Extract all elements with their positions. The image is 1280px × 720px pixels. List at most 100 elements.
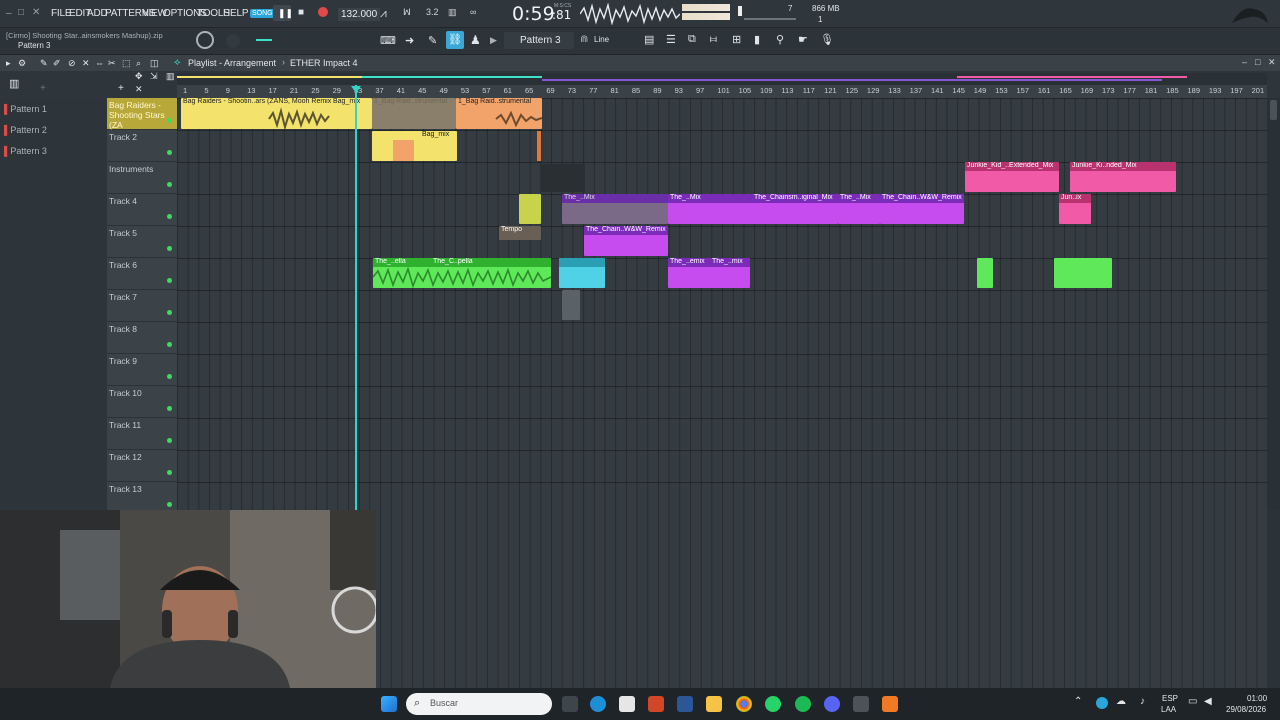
obs-icon[interactable]	[853, 696, 869, 712]
playlist-close-icon[interactable]: ✕	[1268, 57, 1276, 68]
audio-clip[interactable]: The_Chain..W&W_Remix	[880, 194, 964, 224]
record-button[interactable]	[318, 7, 328, 17]
pattern-clip[interactable]	[541, 164, 585, 192]
chrome-icon[interactable]	[736, 696, 752, 712]
slip-tool-icon[interactable]: ⇔	[95, 58, 104, 68]
loop-record-icon[interactable]: ∞	[470, 7, 476, 17]
tempo-automation-clip[interactable]	[519, 194, 541, 224]
link-icon[interactable]: ⛓	[446, 31, 464, 49]
track-header[interactable]: Track 8	[107, 322, 177, 354]
pan-icon[interactable]: ⇲	[150, 71, 158, 82]
taskbar-search-box[interactable]: ⌕ Buscar	[406, 693, 552, 715]
audio-clip[interactable]: Junkie_Ki..nded_Mix	[1070, 162, 1176, 192]
fl-studio-taskbar-icon[interactable]	[882, 696, 898, 712]
track-mute-indicator[interactable]	[167, 342, 172, 347]
playlist-minimize-icon[interactable]: –	[1242, 57, 1247, 67]
mute-tool-icon[interactable]: ✕	[82, 58, 90, 69]
track-header[interactable]: Track 7	[107, 290, 177, 322]
audio-clip[interactable]: 1_Bag Raid..strumental	[456, 98, 542, 129]
track-header[interactable]: Track 12	[107, 450, 177, 482]
discord-icon[interactable]	[824, 696, 840, 712]
file-explorer-icon[interactable]	[706, 696, 722, 712]
audio-clip[interactable]: Junkie_Kid_..Extended_Mix Junkie_Kid_..E…	[965, 162, 1059, 192]
move-icon[interactable]: ✥	[135, 71, 143, 82]
snap-count[interactable]: 3.2	[426, 7, 439, 17]
audio-clip-muted[interactable]: 1_Bag Raid..strumental	[372, 98, 456, 129]
windows-start-icon[interactable]	[381, 696, 397, 712]
playlist-grid[interactable]: Bag Raiders - Shootin..ars (ZANS, Mooh R…	[177, 98, 1267, 510]
spotify-icon[interactable]	[795, 696, 811, 712]
powerpoint-icon[interactable]	[648, 696, 664, 712]
clock-time[interactable]: 01:00	[1247, 694, 1267, 703]
track-mute-indicator[interactable]	[167, 278, 172, 283]
track-header[interactable]: Instruments	[107, 162, 177, 194]
overview-icon[interactable]: ▥	[166, 71, 175, 82]
delete-tool-icon[interactable]: ⊘	[68, 58, 76, 69]
track-mute-indicator[interactable]	[167, 118, 172, 123]
volume-icon[interactable]: ◀	[1204, 696, 1212, 707]
snap-selector[interactable]: Line	[594, 35, 609, 44]
tray-chevron-icon[interactable]: ⌃	[1074, 696, 1082, 707]
track-mute-indicator[interactable]	[167, 374, 172, 379]
tray-app-icon[interactable]	[1096, 697, 1108, 709]
picker-toggle-icon[interactable]: ▥	[9, 77, 19, 90]
audio-clip[interactable]: The_Chain..W&W_Remix	[584, 226, 668, 256]
track-mute-indicator[interactable]	[167, 150, 172, 155]
network-icon[interactable]: ▭	[1188, 696, 1197, 707]
project-browser-icon[interactable]: ▮	[754, 33, 760, 46]
paint-tool-icon[interactable]: ✐	[53, 58, 61, 69]
playlist-maximize-icon[interactable]: □	[1255, 57, 1260, 67]
plugin-icon[interactable]: ⚲	[776, 33, 784, 46]
track-header[interactable]: Track 11	[107, 418, 177, 450]
track-header[interactable]: Track 10	[107, 386, 177, 418]
onedrive-icon[interactable]: ☁	[1116, 696, 1126, 707]
audio-clip[interactable]: Bag_mix	[331, 98, 371, 129]
tempo-display[interactable]: 132.000	[338, 8, 381, 21]
zoom-tool-icon[interactable]: ⌕	[136, 58, 141, 69]
track-mute-indicator[interactable]	[167, 438, 172, 443]
draw-tool-icon[interactable]: ✎	[428, 34, 437, 47]
track-mute-indicator[interactable]	[167, 310, 172, 315]
track-header[interactable]: Track 9	[107, 354, 177, 386]
time-display[interactable]: 0:59	[512, 3, 555, 25]
playlist-menu-icon[interactable]: ▸	[6, 58, 11, 69]
language-indicator[interactable]: ESP	[1162, 694, 1178, 703]
menu-help[interactable]: HELP	[223, 8, 249, 19]
track-mute-indicator[interactable]	[167, 214, 172, 219]
audio-clip[interactable]: The_..ella The_C..pella	[373, 258, 551, 288]
track-header[interactable]: Track 6	[107, 258, 177, 290]
playlist-icon[interactable]: ▤	[644, 33, 654, 46]
track-mute-indicator[interactable]	[167, 182, 172, 187]
store-icon[interactable]	[619, 696, 635, 712]
wait-input-icon[interactable]: ꟽ	[403, 7, 411, 18]
master-pitch-slider[interactable]	[256, 39, 272, 41]
add-marker-icon[interactable]: +	[118, 83, 124, 94]
stamp-icon[interactable]: ♟	[470, 33, 481, 47]
playlist-options-icon[interactable]: ⚙	[18, 58, 26, 69]
track-header[interactable]: Track 4	[107, 194, 177, 226]
audio-clip[interactable]: The_..Mix	[838, 194, 880, 224]
audio-clip[interactable]: Jun..ix	[1059, 194, 1091, 224]
master-pitch-knob[interactable]	[738, 6, 742, 16]
audio-clip[interactable]: The_Chainsm..iginal_Mix	[752, 194, 838, 224]
stop-button[interactable]: ■	[298, 7, 304, 18]
minimize-icon[interactable]: –	[6, 8, 12, 19]
automation-clip[interactable]	[562, 290, 580, 320]
scrollbar-thumb[interactable]	[1270, 100, 1277, 120]
arrangement-overview[interactable]	[177, 73, 1267, 85]
channel-rack-icon[interactable]: ⧉	[688, 33, 696, 46]
add-track-icon[interactable]: +	[40, 83, 46, 94]
slice-tool-icon[interactable]: ✂	[108, 58, 116, 69]
magnet-icon[interactable]: ⋒	[580, 34, 588, 45]
playback-tool-icon[interactable]: ◫	[150, 58, 159, 69]
audio-clip[interactable]: The_..Mix	[668, 194, 762, 224]
whatsapp-icon[interactable]	[765, 696, 781, 712]
pattern-knob[interactable]	[196, 31, 214, 49]
mixer-icon[interactable]: ⧦	[710, 33, 717, 46]
track-header[interactable]: Track 5	[107, 226, 177, 258]
vertical-scrollbar[interactable]	[1267, 98, 1280, 510]
remove-icon[interactable]: ✕	[135, 84, 143, 95]
track-mute-indicator[interactable]	[167, 502, 172, 507]
song-mode-toggle[interactable]: SONG	[250, 9, 275, 18]
swing-knob[interactable]	[226, 34, 240, 48]
